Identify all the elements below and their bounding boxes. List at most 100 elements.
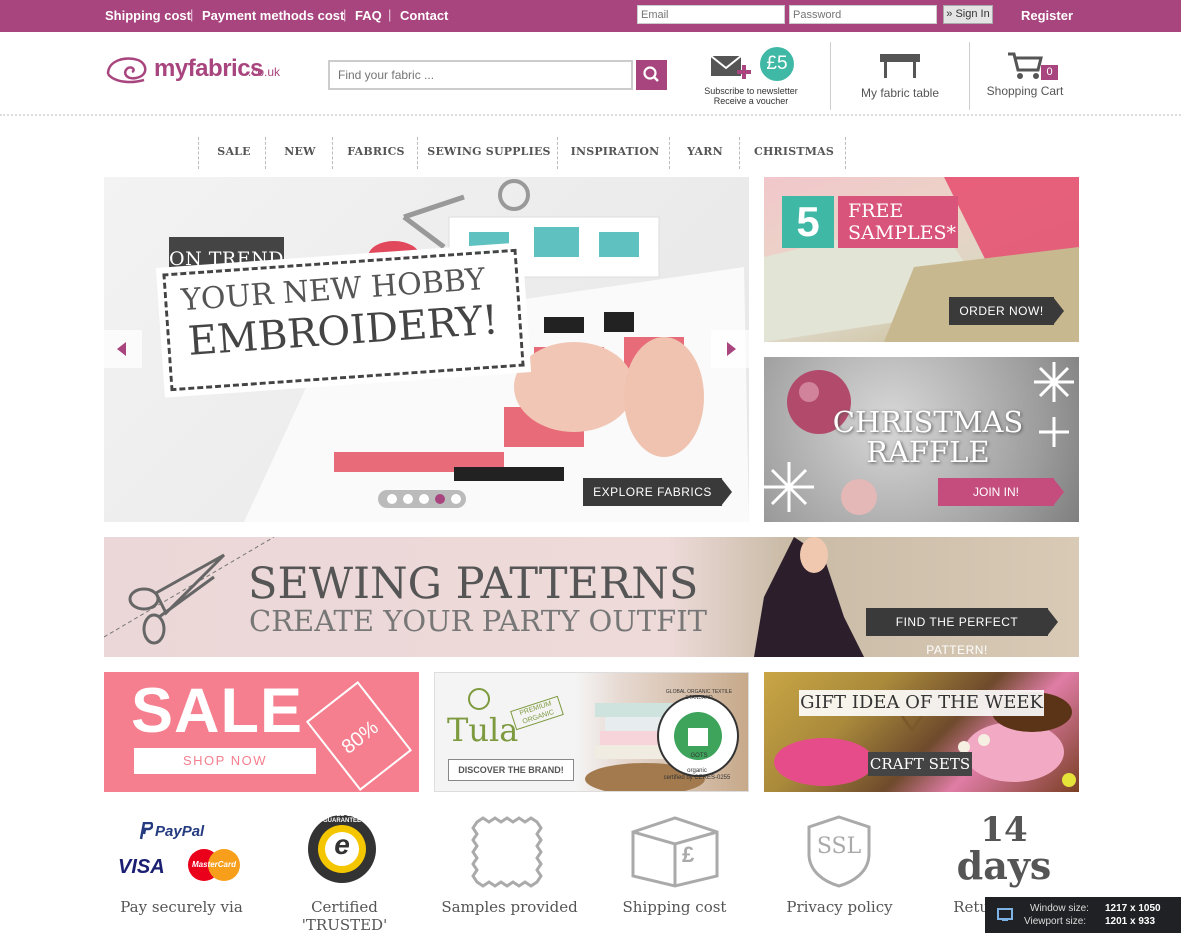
- find-pattern-button[interactable]: FIND THE PERFECT PATTERN!: [866, 608, 1048, 657]
- window-size-value: 1217 x 1050: [1105, 903, 1161, 914]
- sewing-patterns-banner[interactable]: SEWING PATTERNS CREATE YOUR PARTY OUTFIT…: [104, 537, 1079, 657]
- sale-tag-percent: 80%: [337, 716, 383, 759]
- sign-in-button[interactable]: » Sign In: [943, 5, 993, 24]
- nav-sale[interactable]: SALE: [202, 137, 266, 167]
- search-input[interactable]: [328, 60, 633, 90]
- slider-prev-button[interactable]: [104, 330, 142, 368]
- raffle-title: CHRISTMAS RAFFLE: [764, 407, 1079, 467]
- viewport-size-value: 1201 x 933: [1105, 916, 1156, 927]
- slider-dot[interactable]: [419, 494, 429, 504]
- pay-securely-label: Pay securely via: [120, 898, 243, 916]
- sale-price-tag: 80%: [305, 681, 413, 791]
- divider: [969, 42, 970, 110]
- window-size-overlay: Window size: 1217 x 1050 Viewport size: …: [985, 897, 1181, 933]
- nav-sewing-supplies[interactable]: SEWING SUPPLIES: [420, 137, 558, 167]
- separator: |: [388, 7, 392, 22]
- shipping-cost-label: Shipping cost: [622, 898, 727, 916]
- return-days-badge[interactable]: 14 days: [954, 812, 1054, 888]
- shopping-cart-label: Shopping Cart: [986, 84, 1064, 98]
- payment-logos[interactable]: PayPal VISA MasterCard: [104, 810, 259, 890]
- shop-now-button[interactable]: SHOP NOW: [134, 748, 316, 774]
- button-arrow: [1047, 608, 1058, 636]
- voucher-amount: £5: [766, 53, 788, 74]
- nav-divider: [845, 137, 848, 169]
- email-field[interactable]: [637, 5, 785, 24]
- ssl-label: SSL: [816, 834, 862, 859]
- sale-title: SALE: [131, 676, 304, 746]
- certified-trusted-label: Certified 'TRUSTED': [301, 898, 388, 933]
- search-icon: [643, 66, 659, 82]
- trusted-shops-e: e: [334, 829, 350, 860]
- newsletter-line2: Receive a voucher: [713, 96, 789, 106]
- nav-yarn[interactable]: YARN: [672, 137, 738, 167]
- main-nav: SALE NEW FABRICS SEWING SUPPLIES INSPIRA…: [198, 137, 848, 169]
- slider-dot[interactable]: [403, 494, 413, 504]
- window-size-label: Window size:: [1030, 903, 1089, 914]
- divider: [830, 42, 831, 110]
- register-link[interactable]: Register: [1021, 8, 1073, 23]
- payment-methods-link[interactable]: Payment methods cost: [202, 8, 344, 23]
- contact-link[interactable]: Contact: [400, 8, 448, 23]
- separator: |: [343, 7, 347, 22]
- cart-icon: [1008, 52, 1043, 79]
- patterns-line2: CREATE YOUR PARTY OUTFIT: [249, 604, 707, 638]
- fabric-table-link[interactable]: My fabric table: [850, 46, 950, 106]
- newsletter-line1: Subscribe to newsletter: [704, 86, 798, 96]
- shopping-cart-link[interactable]: 0 Shopping Cart: [980, 46, 1070, 106]
- logo-icon[interactable]: [104, 52, 152, 88]
- nav-inspiration[interactable]: INSPIRATION: [560, 137, 670, 167]
- faq-link[interactable]: FAQ: [355, 8, 382, 23]
- shipping-cost-link[interactable]: Shipping cost: [105, 8, 191, 23]
- header: myfabrics .co.uk £5 Subscribe to newslet…: [0, 32, 1181, 116]
- order-now-button[interactable]: ORDER NOW!: [949, 297, 1054, 325]
- gots-ring-text: GLOBAL ORGANIC TEXTILE STANDARD: [665, 689, 733, 701]
- slider-dot[interactable]: [387, 494, 397, 504]
- mastercard-logo: MasterCard: [191, 860, 236, 869]
- slider-dot-active[interactable]: [435, 494, 445, 504]
- arrow-right-icon: [727, 342, 736, 356]
- days-word: days: [956, 843, 1052, 888]
- nav-christmas[interactable]: CHRISTMAS: [742, 137, 846, 167]
- button-arrow: [1053, 478, 1064, 506]
- logo-text[interactable]: myfabrics: [154, 55, 263, 83]
- gift-idea-banner[interactable]: GIFT IDEA OF THE WEEK CRAFT SETS: [764, 672, 1079, 792]
- button-arrow: [721, 478, 732, 506]
- gots-certification: organic certified by CERES-0255: [657, 768, 737, 782]
- top-bar: Shipping cost | Payment methods cost | F…: [0, 0, 1181, 32]
- slider-dot[interactable]: [451, 494, 461, 504]
- craft-sets-label: CRAFT SETS: [868, 752, 972, 776]
- fabric-sample-icon[interactable]: [471, 816, 547, 888]
- search-button[interactable]: [636, 60, 667, 90]
- christmas-raffle-banner[interactable]: CHRISTMAS RAFFLE JOIN IN!: [764, 357, 1079, 522]
- trusted-shops-ring: TRUSTED SHOPS GUARANTEE: [316, 812, 368, 824]
- join-in-button[interactable]: JOIN IN!: [938, 478, 1054, 506]
- paypal-icon: [139, 822, 153, 840]
- slider-next-button[interactable]: [711, 330, 749, 368]
- shipping-box-icon[interactable]: [629, 814, 719, 888]
- tula-banner[interactable]: Tula PREMIUM ORGANIC DISCOVER THE BRAND!…: [434, 672, 749, 792]
- hero-slider[interactable]: ON TREND YOUR NEW HOBBY EMBROIDERY! EXPL…: [104, 177, 749, 522]
- password-field[interactable]: [789, 5, 937, 24]
- newsletter-signup[interactable]: £5 Subscribe to newsletter Receive a vou…: [695, 44, 807, 110]
- cart-count-badge: 0: [1041, 65, 1058, 80]
- raffle-line2: RAFFLE: [866, 435, 990, 469]
- table-icon: [880, 54, 920, 78]
- free-samples-banner[interactable]: 5 FREE SAMPLES* ORDER NOW!: [764, 177, 1079, 342]
- slider-headline-box: YOUR NEW HOBBY EMBROIDERY!: [156, 241, 531, 399]
- sale-banner[interactable]: SALE 80% SHOP NOW: [104, 672, 419, 792]
- samples-provided-label: Samples provided: [441, 898, 578, 916]
- samples-line1: FREE: [848, 200, 904, 222]
- pound-symbol: £: [682, 842, 695, 867]
- nav-divider: [198, 137, 201, 169]
- raffle-line1: CHRISTMAS: [832, 405, 1024, 439]
- gift-idea-title: GIFT IDEA OF THE WEEK: [799, 690, 1044, 716]
- patterns-line1: SEWING PATTERNS: [248, 559, 699, 609]
- cert-ceres: certified by CERES-0255: [663, 775, 731, 781]
- nav-fabrics[interactable]: FABRICS: [335, 137, 417, 167]
- logo-domain: .co.uk: [248, 65, 281, 79]
- nav-new[interactable]: NEW: [268, 137, 332, 167]
- explore-fabrics-button[interactable]: EXPLORE FABRICS: [583, 478, 722, 506]
- viewport-size-label: Viewport size:: [1024, 916, 1087, 927]
- discover-brand-button[interactable]: DISCOVER THE BRAND!: [448, 759, 574, 781]
- cert-organic: organic: [687, 768, 707, 774]
